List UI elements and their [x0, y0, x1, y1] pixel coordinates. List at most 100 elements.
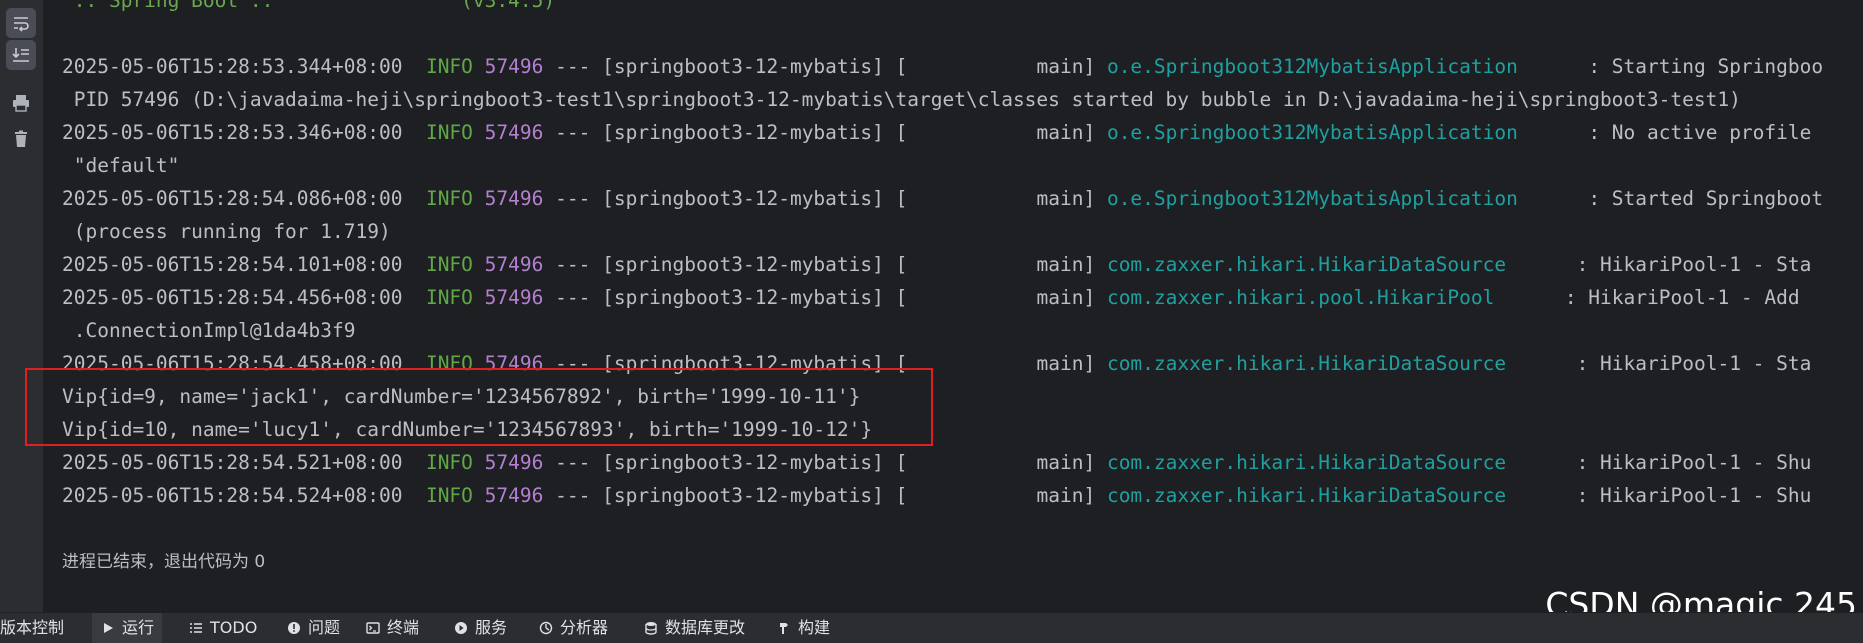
- log-separator: ---: [555, 187, 591, 210]
- log-logger: o.e.Springboot312MybatisApplication: [1106, 121, 1518, 144]
- log-pid: 57496: [484, 484, 544, 507]
- log-message: : No active profile: [1588, 121, 1812, 144]
- soft-wrap-icon: [14, 17, 29, 32]
- log-thread: [springboot3-12-mybatis] [ main]: [602, 253, 1096, 276]
- log-message: : HikariPool-1 - Sta: [1576, 352, 1812, 375]
- log-logger: com.zaxxer.hikari.pool.HikariPool: [1106, 286, 1495, 309]
- log-thread: [springboot3-12-mybatis] [ main]: [602, 484, 1096, 507]
- log-level: INFO: [425, 484, 473, 507]
- tool-tab-6[interactable]: 分析器: [530, 613, 616, 643]
- spring-boot-banner: :: Spring Boot :: (v3.4.5): [62, 0, 556, 12]
- log-separator: ---: [555, 286, 591, 309]
- log-message: : HikariPool-1 - Shu: [1576, 484, 1812, 507]
- log-message: : Starting Springboo: [1588, 55, 1824, 78]
- log-line: 2025-05-06T15:28:54.521+08:00 INFO 57496…: [62, 450, 1811, 476]
- log-thread: [springboot3-12-mybatis] [ main]: [602, 121, 1096, 144]
- info-icon: [286, 620, 302, 636]
- log-message: : HikariPool-1 - Shu: [1576, 451, 1812, 474]
- soft-wrap-button[interactable]: [6, 8, 36, 38]
- profiler-icon: [538, 620, 554, 636]
- services-icon: [453, 620, 469, 636]
- log-thread: [springboot3-12-mybatis] [ main]: [602, 451, 1096, 474]
- terminal-icon: [365, 620, 381, 636]
- print-icon: [13, 95, 29, 112]
- list-icon: [188, 620, 204, 636]
- log-separator: ---: [555, 451, 591, 474]
- print-button[interactable]: [6, 88, 36, 118]
- console-toolbar: [0, 0, 44, 612]
- tool-tab-label: 分析器: [560, 618, 609, 637]
- log-message: : HikariPool-1 - Sta: [1576, 253, 1812, 276]
- tool-tab-4[interactable]: 终端: [357, 613, 427, 643]
- log-thread: [springboot3-12-mybatis] [ main]: [602, 286, 1096, 309]
- log-level: INFO: [425, 187, 473, 210]
- log-line: 2025-05-06T15:28:53.346+08:00 INFO 57496…: [62, 120, 1811, 146]
- tool-tab-label: 构建: [798, 618, 831, 637]
- log-level: INFO: [425, 451, 473, 474]
- tool-tab-label: TODO: [210, 618, 258, 637]
- hammer-icon: [776, 620, 792, 636]
- log-pid: 57496: [484, 352, 544, 375]
- log-separator: ---: [555, 55, 591, 78]
- log-line: 2025-05-06T15:28:54.101+08:00 INFO 57496…: [62, 252, 1811, 278]
- log-logger: com.zaxxer.hikari.HikariDataSource: [1106, 484, 1507, 507]
- log-line-continuation: (process running for 1.719): [62, 220, 391, 243]
- tool-tab-5[interactable]: 服务: [445, 613, 515, 643]
- tool-tab-label: 服务: [475, 618, 508, 637]
- log-timestamp: 2025-05-06T15:28:54.086+08:00: [62, 187, 403, 210]
- tool-tab-7[interactable]: 数据库更改: [635, 613, 753, 643]
- log-timestamp: 2025-05-06T15:28:54.521+08:00: [62, 451, 403, 474]
- log-thread: [springboot3-12-mybatis] [ main]: [602, 187, 1096, 210]
- program-output-line: Vip{id=10, name='lucy1', cardNumber='123…: [62, 418, 873, 441]
- tool-tab-3[interactable]: 问题: [278, 613, 348, 643]
- log-level: INFO: [425, 286, 473, 309]
- log-level: INFO: [425, 352, 473, 375]
- log-line: 2025-05-06T15:28:53.344+08:00 INFO 57496…: [62, 54, 1823, 80]
- log-message: : HikariPool-1 - Add: [1564, 286, 1800, 309]
- tool-tab-0[interactable]: 版本控制: [0, 613, 72, 643]
- tool-tab-label: 运行: [122, 618, 155, 637]
- log-logger: o.e.Springboot312MybatisApplication: [1106, 55, 1518, 78]
- log-pid: 57496: [484, 286, 544, 309]
- log-logger: o.e.Springboot312MybatisApplication: [1106, 187, 1518, 210]
- log-timestamp: 2025-05-06T15:28:53.344+08:00: [62, 55, 403, 78]
- log-line: 2025-05-06T15:28:54.456+08:00 INFO 57496…: [62, 285, 1800, 311]
- log-thread: [springboot3-12-mybatis] [ main]: [602, 55, 1096, 78]
- log-timestamp: 2025-05-06T15:28:54.458+08:00: [62, 352, 403, 375]
- tool-tab-2[interactable]: TODO: [180, 613, 265, 643]
- log-pid: 57496: [484, 253, 544, 276]
- log-line-continuation: PID 57496 (D:\javadaima-heji\springboot3…: [62, 88, 1741, 111]
- log-level: INFO: [425, 121, 473, 144]
- log-logger: com.zaxxer.hikari.HikariDataSource: [1106, 253, 1507, 276]
- trash-icon: [15, 130, 27, 147]
- log-timestamp: 2025-05-06T15:28:54.456+08:00: [62, 286, 403, 309]
- program-output-line: Vip{id=9, name='jack1', cardNumber='1234…: [62, 385, 861, 408]
- log-logger: com.zaxxer.hikari.HikariDataSource: [1106, 451, 1507, 474]
- tool-tab-8[interactable]: 构建: [768, 613, 838, 643]
- log-thread: [springboot3-12-mybatis] [ main]: [602, 352, 1096, 375]
- log-message: : Started Springboot: [1588, 187, 1824, 210]
- log-line-continuation: .ConnectionImpl@1da4b3f9: [62, 319, 356, 342]
- bottom-tool-bar: 版本控制 运行 TODO 问题 终端 服务 分析器 数据库更改 构建: [0, 612, 1863, 643]
- log-level: INFO: [425, 55, 473, 78]
- tool-tab-label: 版本控制: [0, 618, 65, 637]
- log-separator: ---: [555, 352, 591, 375]
- log-line-continuation: "default": [62, 154, 180, 177]
- clear-all-button[interactable]: [6, 124, 36, 154]
- log-separator: ---: [555, 484, 591, 507]
- tool-tab-1[interactable]: 运行: [92, 613, 163, 643]
- run-console[interactable]: :: Spring Boot :: (v3.4.5) 2025-05-06T15…: [44, 0, 1863, 612]
- process-exit-message: 进程已结束，退出代码为 0: [62, 552, 266, 572]
- log-separator: ---: [555, 121, 591, 144]
- log-separator: ---: [555, 253, 591, 276]
- log-pid: 57496: [484, 55, 544, 78]
- scroll-to-end-button[interactable]: [6, 40, 36, 70]
- log-timestamp: 2025-05-06T15:28:53.346+08:00: [62, 121, 403, 144]
- database-icon: [643, 620, 659, 636]
- log-pid: 57496: [484, 451, 544, 474]
- tool-tab-label: 问题: [308, 618, 341, 637]
- log-logger: com.zaxxer.hikari.HikariDataSource: [1106, 352, 1507, 375]
- scroll-to-end-icon: [12, 48, 29, 62]
- log-line: 2025-05-06T15:28:54.086+08:00 INFO 57496…: [62, 186, 1823, 212]
- log-pid: 57496: [484, 121, 544, 144]
